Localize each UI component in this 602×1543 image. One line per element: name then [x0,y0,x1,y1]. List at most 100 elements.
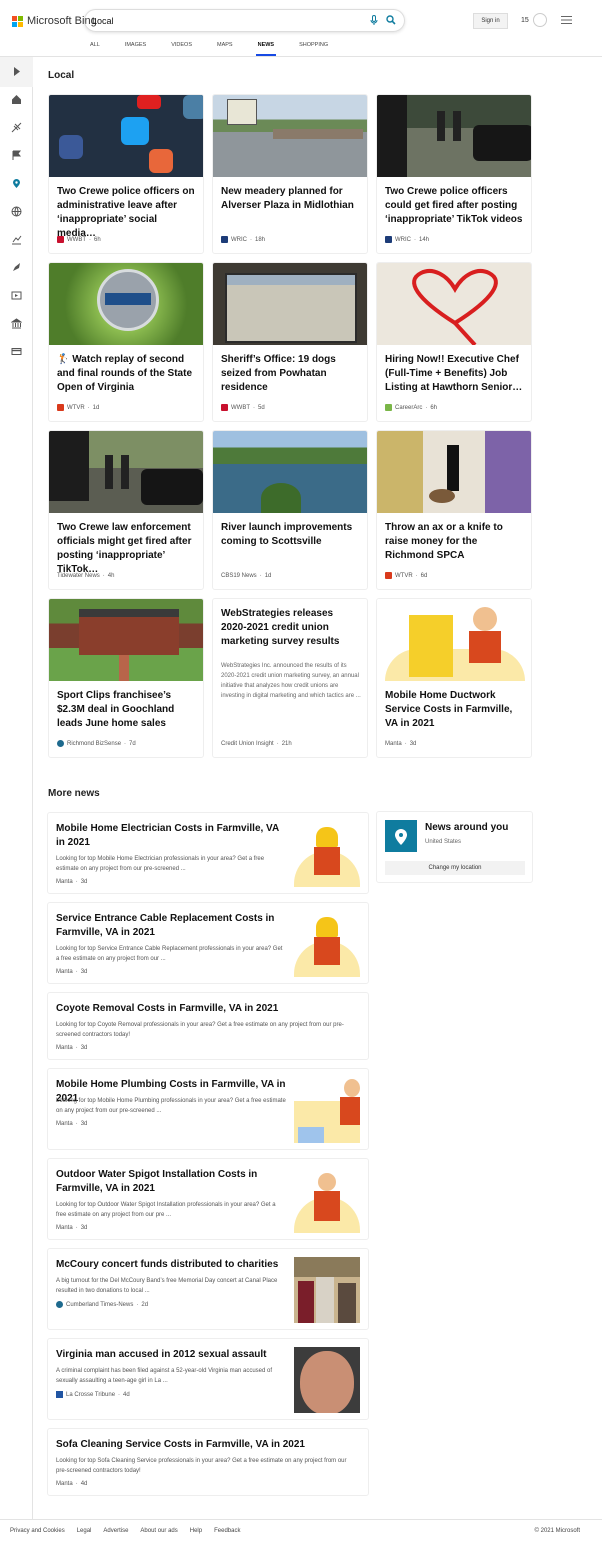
card-image [377,263,531,347]
footer-link-feedback[interactable]: Feedback [214,1528,240,1534]
source-name: WWBT [67,236,86,243]
news-list-item[interactable]: Service Entrance Cable Replacement Costs… [47,902,369,984]
satellite-icon[interactable] [11,122,22,133]
news-list-item[interactable]: Virginia man accused in 2012 sexual assa… [47,1338,369,1420]
source-name: La Crosse Tribune [66,1391,116,1398]
item-title[interactable]: Coyote Removal Costs in Farmville, VA in… [56,1002,356,1016]
item-title[interactable]: Service Entrance Cable Replacement Costs… [56,912,286,940]
home-icon[interactable] [11,94,22,105]
news-around-you-panel: News around you United States Change my … [376,811,533,883]
card-source: Tidewater News · 4h [57,573,115,579]
source-age: 3d [80,879,88,885]
news-card[interactable]: Two Crewe police officers could get fire… [376,94,532,254]
item-title[interactable]: Sofa Cleaning Service Costs in Farmville… [56,1438,356,1452]
footer-link-legal[interactable]: Legal [77,1528,92,1534]
card-title[interactable]: WebStrategies releases 2020-2021 credit … [221,607,361,649]
card-title[interactable]: Sport Clips franchisee’s $2.3M deal in G… [57,689,197,731]
source-logo-icon [57,236,64,243]
news-list-item[interactable]: Outdoor Water Spigot Installation Costs … [47,1158,369,1240]
rewards-count[interactable]: 15 [521,17,529,24]
source-age: 5d [258,404,265,411]
tab-videos[interactable]: VIDEOS [171,42,192,48]
source-logo-icon [221,404,228,411]
microphone-icon[interactable] [370,15,378,26]
news-card[interactable]: Sport Clips franchisee’s $2.3M deal in G… [48,598,204,758]
item-thumbnail [294,1077,360,1143]
news-list-item[interactable]: Sofa Cleaning Service Costs in Farmville… [47,1428,369,1496]
card-title[interactable]: Two Crewe police officers could get fire… [385,185,525,227]
news-card[interactable]: 🏌️ Watch replay of second and final roun… [48,262,204,422]
item-source: La Crosse Tribune · 4d [56,1391,130,1398]
tab-images[interactable]: IMAGES [125,42,146,48]
source-age: 3d [80,1225,88,1231]
card-source: WTVR · 6d [385,572,427,579]
item-title[interactable]: Virginia man accused in 2012 sexual assa… [56,1348,286,1362]
source-name: Manta [56,1045,73,1051]
film-icon[interactable] [11,290,22,301]
source-name: CBS19 News [221,573,257,579]
chart-icon[interactable] [11,234,22,245]
item-title[interactable]: McCoury concert funds distributed to cha… [56,1258,286,1272]
flag-icon[interactable] [11,150,22,161]
heart-ribbon-icon [412,269,498,347]
location-pin-icon [385,820,417,852]
source-age: 6d [420,572,428,579]
card-image [49,95,203,177]
footer-link-advertise[interactable]: Advertise [103,1528,128,1534]
item-title[interactable]: Mobile Home Electrician Costs in Farmvil… [56,822,286,850]
tab-news[interactable]: NEWS [255,42,276,56]
source-name: Tidewater News [57,573,100,579]
tab-all[interactable]: ALL [90,42,100,48]
search-icon[interactable] [386,15,396,25]
news-card[interactable]: Two Crewe police officers on administrat… [48,94,204,254]
news-list-item[interactable]: McCoury concert funds distributed to cha… [47,1248,369,1330]
footer-link-help[interactable]: Help [190,1528,202,1534]
news-card[interactable]: Hiring Now!! Executive Chef (Full-Time +… [376,262,532,422]
card-image [377,599,531,681]
news-list-item[interactable]: Mobile Home Electrician Costs in Farmvil… [47,812,369,894]
tab-shopping[interactable]: SHOPPING [299,42,328,48]
card-title[interactable]: 🏌️ Watch replay of second and final roun… [57,353,197,395]
news-card[interactable]: Mobile Home Ductwork Service Costs in Fa… [376,598,532,758]
news-card[interactable]: River launch improvements coming to Scot… [212,430,368,590]
news-card[interactable]: Throw an ax or a knife to raise money fo… [376,430,532,590]
sign-in-button[interactable]: Sign in [473,13,508,29]
news-card[interactable]: Sheriff’s Office: 19 dogs seized from Po… [212,262,368,422]
card-title[interactable]: Sheriff’s Office: 19 dogs seized from Po… [221,353,361,395]
card-title[interactable]: Hiring Now!! Executive Chef (Full-Time +… [385,353,525,395]
item-description: Looking for top Mobile Home Plumbing pro… [56,1098,286,1114]
card-title[interactable]: River launch improvements coming to Scot… [221,521,361,549]
card-source: WWBT · 5d [221,404,265,411]
news-list-item[interactable]: Coyote Removal Costs in Farmville, VA in… [47,992,369,1060]
rewards-trophy-icon[interactable] [533,13,547,27]
item-source: Manta · 3d [56,879,88,885]
rocket-icon[interactable] [11,262,22,273]
footer-link-privacy[interactable]: Privacy and Cookies [10,1528,65,1534]
source-name: Manta [56,969,73,975]
card-title[interactable]: New meadery planned for Alverser Plaza i… [221,185,361,213]
tab-maps[interactable]: MAPS [217,42,233,48]
bank-icon[interactable] [11,318,22,329]
location-icon[interactable] [11,178,22,189]
source-age: 3d [80,1045,88,1051]
news-card[interactable]: Two Crewe law enforcement officials migh… [48,430,204,590]
news-card[interactable]: New meadery planned for Alverser Plaza i… [212,94,368,254]
news-card[interactable]: WebStrategies releases 2020-2021 credit … [212,598,368,758]
source-age: 4h [107,573,115,579]
card-title[interactable]: Throw an ax or a knife to raise money fo… [385,521,525,563]
item-thumbnail [294,1167,360,1233]
card-title[interactable]: Mobile Home Ductwork Service Costs in Fa… [385,689,525,731]
card-title[interactable]: Two Crewe law enforcement officials migh… [57,521,197,577]
news-list-item[interactable]: Mobile Home Plumbing Costs in Farmville,… [47,1068,369,1150]
card-description: WebStrategies Inc. announced the results… [221,663,361,699]
hamburger-menu-icon[interactable] [561,16,572,24]
footer-link-about-ads[interactable]: About our ads [140,1528,177,1534]
change-location-button[interactable]: Change my location [385,861,525,875]
source-logo-icon [385,572,392,579]
search-input[interactable]: Local [84,9,405,32]
item-title[interactable]: Outdoor Water Spigot Installation Costs … [56,1168,286,1196]
chevron-right-icon[interactable] [11,66,22,77]
globe-icon[interactable] [11,206,22,217]
card-title[interactable]: Two Crewe police officers on administrat… [57,185,197,241]
card-icon[interactable] [11,346,22,357]
